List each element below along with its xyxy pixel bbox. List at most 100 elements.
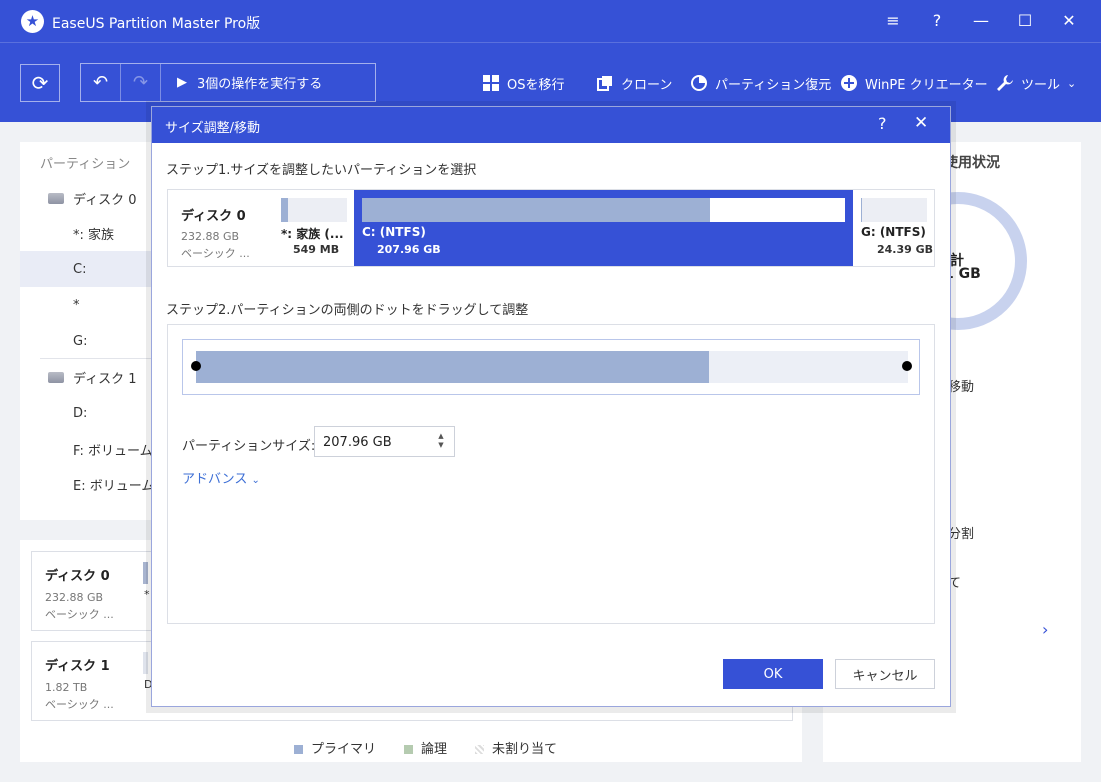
disk-label: ディスク 0 [73,192,137,208]
partition-recovery-label: パーティション復元 [715,77,832,93]
partition-option[interactable]: G: (NTFS) 24.39 GB [858,190,934,266]
execute-label: 3個の操作を実行する [197,77,323,92]
chevron-down-icon: ⌄ [1067,76,1077,90]
partition-option[interactable]: *: 家族 (... 549 MB [279,190,353,266]
partition-label: F: ボリューム [73,443,153,459]
disk-card-name: ディスク 1 [45,659,110,674]
resize-track[interactable] [182,339,920,395]
primary-swatch [294,745,303,754]
maximize-button[interactable]: ☐ [1013,9,1037,33]
step2-instruction: ステップ2.パーティションの両側のドットをドラッグして調整 [166,303,529,318]
legend-item: 論理 [404,738,447,757]
partition-option-name: *: 家族 (... [281,227,344,241]
close-button[interactable]: ✕ [1057,9,1081,33]
selector-disk-name: ディスク 0 [181,209,246,224]
partition-size-value: 207.96 GB [323,435,392,450]
advanced-toggle[interactable]: アドバンス ⌄ [182,468,260,487]
partition-usage-fill [362,198,710,222]
help-icon[interactable]: ? [925,9,949,33]
ok-button[interactable]: OK [723,659,823,689]
partition-usage-fill [281,198,288,222]
execute-operations-button[interactable]: ▶ 3個の操作を実行する [177,64,322,101]
partition-option-name: G: (NTFS) [861,225,926,239]
resize-move-dialog: サイズ調整/移動 ? ✕ ステップ1.サイズを調整したいパーティションを選択 デ… [151,106,951,707]
partition-label: E: ボリューム [73,478,155,494]
clone-button[interactable]: クローン [596,72,672,94]
partition-label: *: 家族 [73,227,115,243]
legend-label: 未割り当て [492,742,558,757]
operation-group: ↶ ↷ ▶ 3個の操作を実行する [80,63,376,102]
legend-label: 論理 [421,742,448,757]
migrate-os-label: OSを移行 [507,77,565,93]
disk-card-name: ディスク 0 [45,569,110,584]
partition-option-size: 24.39 GB [877,243,934,256]
selector-disk-size: 232.88 GB [181,230,240,243]
dialog-help-icon[interactable]: ? [878,114,887,133]
unallocated-swatch [475,745,485,754]
winpe-creator-label: WinPE クリエーター [865,77,988,93]
redo-icon: ↷ [132,72,149,93]
partition-recovery-button[interactable]: パーティション復元 [690,72,831,94]
disk-icon [48,192,64,204]
legend-item: 未割り当て [475,738,557,757]
legend-item: プライマリ [294,738,376,757]
wrench-icon [996,74,1014,92]
disk-card-type: ベーシック ... [45,608,114,621]
right-resize-handle[interactable] [902,361,912,371]
partition-usage-fill [861,198,863,222]
selector-disk-type: ベーシック ... [181,247,250,260]
partition-usage-bar [861,198,927,222]
partition-label: * [73,297,80,313]
partition-size-label: パーティションサイズ: [182,439,316,454]
partition-option-size: 207.96 GB [377,243,441,256]
clone-icon [596,74,614,92]
chevron-down-icon: ⌄ [251,475,260,486]
menu-icon[interactable]: ≡ [881,9,905,33]
refresh-icon: ⟳ [31,71,49,95]
partition-selector: ディスク 0 232.88 GB ベーシック ... *: 家族 (... 54… [167,189,935,267]
disk-card-size: 1.82 TB [45,681,88,694]
windows-icon [482,74,500,92]
redo-button[interactable]: ↷ [121,64,161,101]
undo-icon: ↶ [92,72,109,93]
plus-circle-icon [840,74,858,92]
resize-area: パーティションサイズ: 207.96 GB ▲ ▼ アドバンス ⌄ [167,324,935,624]
play-icon: ▶ [177,75,187,90]
dialog-header: サイズ調整/移動 ? ✕ [152,107,950,143]
dialog-close-icon[interactable]: ✕ [914,113,928,133]
next-arrow-icon[interactable]: › [1042,620,1048,639]
app-logo-icon: ★ [21,10,44,33]
dialog-title: サイズ調整/移動 [165,121,260,136]
partition-label: C: [73,261,87,277]
title-bar: ★ EaseUS Partition Master Pro版 ≡ ? — ☐ ✕ [0,0,1101,42]
spinner-icon[interactable]: ▲ ▼ [435,432,447,450]
partition-list-header: パーティション [40,157,131,172]
winpe-creator-button[interactable]: WinPE クリエーター [840,72,988,94]
undo-button[interactable]: ↶ [81,64,121,101]
logical-swatch [404,745,414,754]
advanced-label: アドバンス [182,472,248,487]
partition-usage-bar [281,198,347,222]
disk-label: ディスク 1 [73,371,137,387]
partition-label: D: [73,405,88,421]
partition-option-selected[interactable]: C: (NTFS) 207.96 GB [354,190,853,266]
resize-bar [196,351,908,383]
step1-instruction: ステップ1.サイズを調整したいパーティションを選択 [166,163,477,178]
disk-icon [48,371,64,383]
app-title: EaseUS Partition Master Pro版 [52,16,261,32]
minimize-button[interactable]: — [969,9,993,33]
disk-card-size: 232.88 GB [45,591,104,604]
clone-label: クローン [621,77,673,93]
resize-used-fill [196,351,709,383]
migrate-os-button[interactable]: OSを移行 [482,72,565,94]
tools-menu-button[interactable]: ツール ⌄ [996,72,1076,94]
partition-option-name: C: (NTFS) [362,225,426,239]
partition-usage-bar [362,198,845,222]
left-resize-handle[interactable] [191,361,201,371]
legend: プライマリ 論理 未割り当て [294,738,557,757]
refresh-button[interactable]: ⟳ [20,64,60,102]
disk-card-type: ベーシック ... [45,698,114,711]
title-separator [0,42,1101,43]
partition-size-stepper[interactable]: 207.96 GB ▲ ▼ [314,426,455,457]
cancel-button[interactable]: キャンセル [835,659,935,689]
